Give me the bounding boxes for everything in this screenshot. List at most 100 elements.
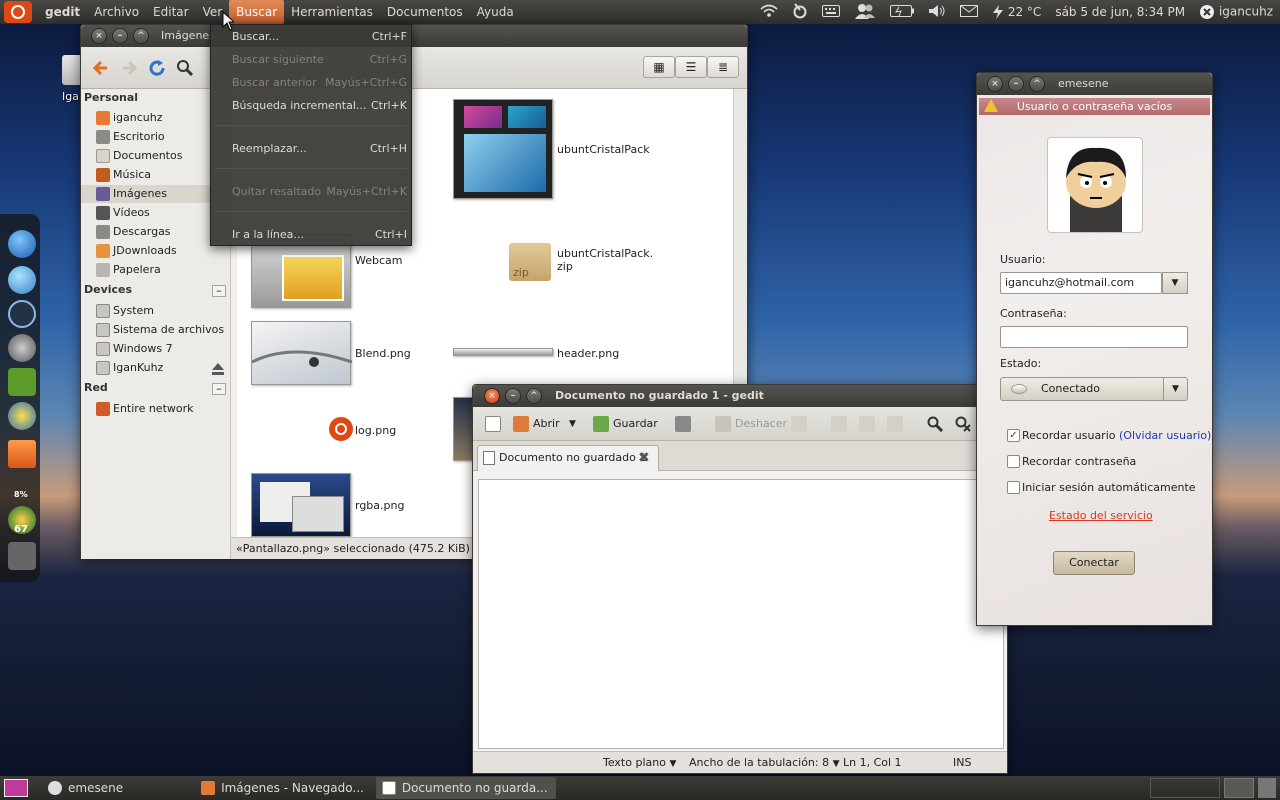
- messenger-titlebar[interactable]: × – ^ emesene: [977, 73, 1212, 95]
- volume-icon[interactable]: [921, 4, 953, 21]
- find-replace-button[interactable]: [955, 407, 971, 441]
- menu-item-incremental-search[interactable]: Búsqueda incremental... Ctrl+K: [211, 96, 411, 116]
- menu-archivo[interactable]: Archivo: [87, 0, 146, 24]
- password-field[interactable]: [1000, 326, 1188, 348]
- maximize-button[interactable]: ^: [526, 388, 542, 404]
- avatar[interactable]: [1047, 137, 1143, 233]
- redo-button[interactable]: [791, 407, 811, 441]
- globe-icon[interactable]: [8, 230, 36, 258]
- menu-item-goto-line[interactable]: Ir a la línea... Ctrl+I: [211, 225, 411, 245]
- menu-buscar[interactable]: Buscar: [229, 0, 285, 24]
- file-item-log[interactable]: [329, 417, 353, 441]
- copy-button[interactable]: [859, 407, 879, 441]
- find-button[interactable]: [927, 407, 943, 441]
- back-arrow-icon[interactable]: [91, 58, 111, 78]
- list-view-button[interactable]: ☰: [675, 56, 707, 78]
- sidebar-item-system[interactable]: System: [95, 302, 227, 320]
- tab-width-dropdown[interactable]: Ancho de la tabulación: 8 ▼: [689, 752, 840, 775]
- sidebar-item-igankuhz[interactable]: IganKuhz: [95, 359, 227, 377]
- wifi-icon[interactable]: [753, 4, 785, 21]
- menu-editar[interactable]: Editar: [146, 0, 196, 24]
- sidebar-item-downloads[interactable]: Descargas: [95, 223, 227, 241]
- sidebar-item-desktop[interactable]: Escritorio: [95, 128, 227, 146]
- forward-arrow-icon[interactable]: [119, 58, 139, 78]
- mail-icon[interactable]: [953, 4, 985, 20]
- print-button[interactable]: [675, 407, 695, 441]
- menu-herramientas[interactable]: Herramientas: [284, 0, 380, 24]
- connect-button[interactable]: Conectar: [1053, 551, 1135, 575]
- star-icon[interactable]: [8, 402, 36, 430]
- user-email-field[interactable]: igancuhz@hotmail.com: [1000, 272, 1162, 294]
- weather-applet[interactable]: 22 °C: [985, 5, 1048, 20]
- ubuntu-logo-icon[interactable]: [4, 1, 32, 23]
- task-file-manager[interactable]: Imágenes - Navegado...: [195, 777, 372, 799]
- menu-documentos[interactable]: Documentos: [380, 0, 470, 24]
- trash-dock-icon[interactable]: [8, 542, 36, 570]
- minimize-button[interactable]: –: [1008, 76, 1024, 92]
- collapse-network-button[interactable]: –: [212, 383, 226, 395]
- status-dropdown[interactable]: Conectado ▼: [1000, 377, 1188, 401]
- workspace-switcher[interactable]: [1224, 778, 1254, 798]
- sidebar-item-documents[interactable]: Documentos: [95, 147, 227, 165]
- close-button[interactable]: ×: [91, 28, 107, 44]
- sidebar-item-music[interactable]: Música: [95, 166, 227, 184]
- close-button[interactable]: ×: [987, 76, 1003, 92]
- sidebar-item-filesystem[interactable]: Sistema de archivos ...: [95, 321, 227, 339]
- workspace-1[interactable]: [1150, 778, 1220, 798]
- compact-view-button[interactable]: ≣: [707, 56, 739, 78]
- nvidia-icon[interactable]: [8, 368, 36, 396]
- users-icon[interactable]: [847, 3, 883, 22]
- user-dropdown-button[interactable]: ▼: [1162, 272, 1188, 294]
- service-status-link[interactable]: Estado del servicio: [1049, 509, 1153, 522]
- file-item-blend[interactable]: [251, 321, 352, 385]
- gimp-icon[interactable]: [8, 334, 36, 362]
- file-manager-titlebar[interactable]: × – ^ Imágenes: [81, 25, 747, 47]
- remember-user-checkbox[interactable]: ✓: [1007, 429, 1020, 442]
- clock[interactable]: sáb 5 de jun, 8:34 PM: [1048, 5, 1192, 19]
- keyboard-icon[interactable]: [815, 4, 847, 20]
- menu-item-find[interactable]: Buscar... Ctrl+F: [211, 27, 411, 47]
- menu-item-replace[interactable]: Reemplazar... Ctrl+H: [211, 139, 411, 159]
- file-item-header[interactable]: [453, 348, 553, 356]
- collapse-devices-button[interactable]: –: [212, 285, 226, 297]
- undo-button[interactable]: Deshacer: [715, 407, 787, 441]
- folder-icon[interactable]: [8, 440, 36, 468]
- messenger-icon[interactable]: [8, 266, 36, 294]
- maximize-button[interactable]: ^: [133, 28, 149, 44]
- sidebar-item-jdownloads[interactable]: JDownloads: [95, 242, 227, 260]
- minimize-button[interactable]: –: [505, 388, 521, 404]
- remember-password-checkbox[interactable]: [1007, 455, 1020, 468]
- sidebar-item-windows7[interactable]: Windows 7: [95, 340, 227, 358]
- trash-applet-icon[interactable]: [1258, 778, 1276, 798]
- sidebar-item-videos[interactable]: Vídeos: [95, 204, 227, 222]
- icon-view-button[interactable]: ▦: [643, 56, 675, 78]
- close-button[interactable]: ×: [484, 388, 500, 404]
- sidebar-item-pictures[interactable]: Imágenes: [81, 185, 230, 203]
- auto-login-checkbox[interactable]: [1007, 481, 1020, 494]
- file-item-zip[interactable]: zip: [509, 243, 551, 281]
- recent-files-dropdown[interactable]: ▼: [569, 407, 576, 441]
- sidebar-item-network[interactable]: Entire network: [95, 400, 227, 418]
- syntax-highlight-dropdown[interactable]: Texto plano ▼: [603, 752, 676, 775]
- new-document-button[interactable]: [485, 407, 505, 441]
- forget-user-link[interactable]: (Olvidar usuario): [1119, 429, 1211, 442]
- save-button[interactable]: Guardar: [593, 407, 658, 441]
- close-tab-icon[interactable]: ✖: [638, 446, 650, 470]
- maximize-button[interactable]: ^: [1029, 76, 1045, 92]
- cut-button[interactable]: [831, 407, 851, 441]
- open-button[interactable]: Abrir: [513, 407, 560, 441]
- text-editor-titlebar[interactable]: × – ^ Documento no guardado 1 - gedit: [473, 385, 1007, 407]
- text-editing-area[interactable]: [478, 479, 1004, 749]
- reload-icon[interactable]: [147, 58, 167, 78]
- beryl-dock-icon[interactable]: [8, 300, 36, 328]
- sidebar-item-trash[interactable]: Papelera: [95, 261, 227, 279]
- search-icon[interactable]: [175, 58, 195, 78]
- show-desktop-icon[interactable]: [4, 779, 28, 797]
- beryl-icon[interactable]: [785, 2, 815, 23]
- paste-button[interactable]: [887, 407, 907, 441]
- sidebar-item-home[interactable]: igancuhz: [95, 109, 227, 127]
- document-tab[interactable]: Documento no guardado 1 ✖: [477, 445, 659, 471]
- battery-icon[interactable]: [883, 4, 921, 20]
- minimize-button[interactable]: –: [112, 28, 128, 44]
- eject-icon[interactable]: [211, 362, 225, 376]
